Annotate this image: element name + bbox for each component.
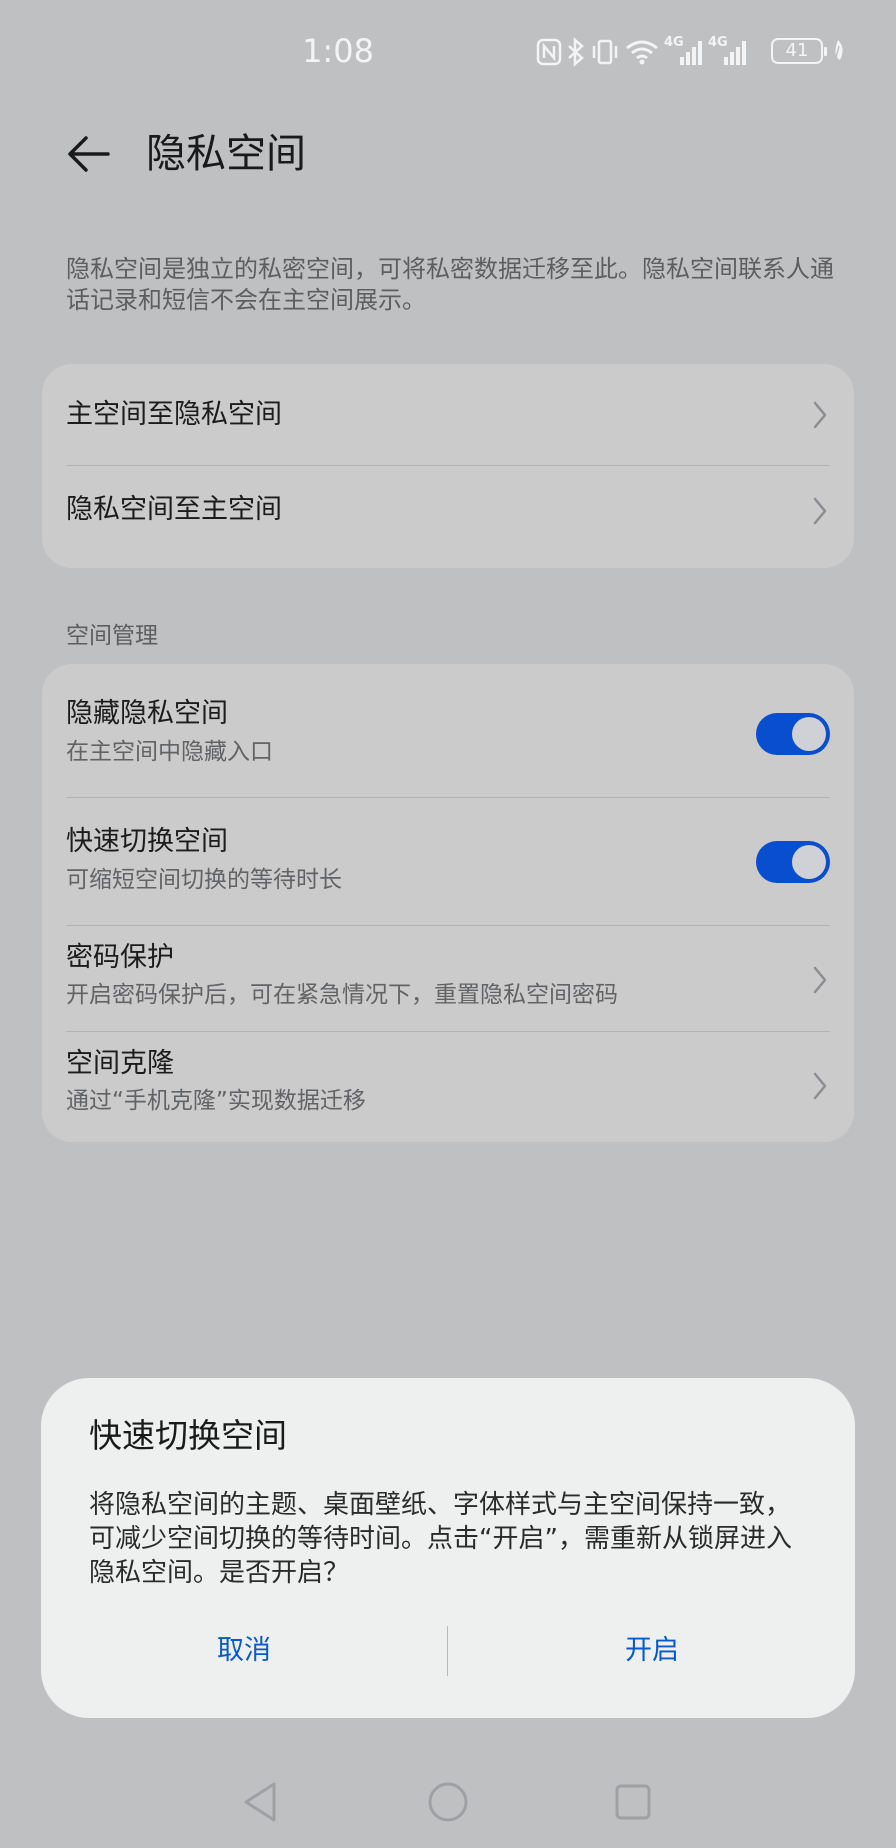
bluetooth-icon [568,37,584,67]
migration-card: 主空间至隐私空间 隐私空间至主空间 [42,364,854,568]
toggle-knob [792,845,826,879]
chevron-right-icon [813,966,827,994]
page-title: 隐私空间 [146,131,306,177]
nav-recents-square-icon [615,1784,651,1820]
nav-back-button[interactable] [236,1778,284,1826]
list-item-subtitle: 可缩短空间切换的等待时长 [66,867,342,893]
list-item-title: 主空间至隐私空间 [66,399,282,430]
list-item-title: 隐私空间至主空间 [66,494,282,525]
list-item-title: 隐藏隐私空间 [66,698,228,729]
nav-back-triangle-icon [244,1782,276,1822]
toggle-knob [792,717,826,751]
list-item-hide-private-space[interactable]: 隐藏隐私空间 在主空间中隐藏入口 [42,664,854,798]
signal-4g-icon: 4G [664,35,704,67]
dialog-actions: 取消 开启 [41,1622,855,1680]
quick-switch-dialog: 快速切换空间 将隐私空间的主题、桌面壁纸、字体样式与主空间保持一致，可减少空间切… [41,1378,855,1718]
quick-switch-toggle[interactable] [756,841,830,883]
battery-level: 41 [785,40,809,61]
status-icons: 4G 4G [536,35,748,68]
battery-icon: 41 [771,38,827,64]
leaf-icon [834,40,843,63]
list-item-quick-switch[interactable]: 快速切换空间 可缩短空间切换的等待时长 [42,798,854,926]
list-item-title: 空间克隆 [66,1048,174,1079]
list-item-main-to-private[interactable]: 主空间至隐私空间 [42,364,854,466]
list-item-title: 密码保护 [66,942,174,973]
list-item-subtitle: 通过“手机克隆”实现数据迁移 [66,1088,366,1114]
list-item-subtitle: 在主空间中隐藏入口 [66,739,273,765]
vibrate-icon [592,39,618,65]
dialog-message: 将隐私空间的主题、桌面壁纸、字体样式与主空间保持一致，可减少空间切换的等待时间。… [89,1490,792,1588]
list-item-subtitle: 开启密码保护后，可在紧急情况下，重置隐私空间密码 [66,982,618,1008]
list-item-password-protection[interactable]: 密码保护 开启密码保护后，可在紧急情况下，重置隐私空间密码 [42,926,854,1032]
back-button[interactable] [56,124,120,184]
chevron-right-icon [813,1072,827,1100]
signal-4g-icon: 4G [708,35,748,67]
cancel-button[interactable]: 取消 [41,1622,447,1680]
back-arrow-icon [68,136,110,172]
enable-button[interactable]: 开启 [449,1622,855,1680]
system-nav-bar [0,1760,896,1848]
hide-private-space-toggle[interactable] [756,713,830,755]
wifi-icon [626,40,658,65]
page-description: 隐私空间是独立的私密空间，可将私密数据迁移至此。隐私空间联系人通话记录和短信不会… [66,255,834,314]
chevron-right-icon [813,497,827,525]
dialog-title: 快速切换空间 [89,1416,287,1455]
status-bar: 1:08 4G 4G 41 [0,0,896,104]
nfc-icon [536,38,562,66]
app-header: 隐私空间 [0,104,896,204]
list-item-private-to-main[interactable]: 隐私空间至主空间 [42,466,854,568]
nav-home-button[interactable] [424,1778,472,1826]
space-management-card: 隐藏隐私空间 在主空间中隐藏入口 快速切换空间 可缩短空间切换的等待时长 密码保… [42,664,854,1142]
chevron-right-icon [813,401,827,429]
nav-home-circle-icon [428,1782,468,1822]
dialog-button-divider [447,1626,448,1676]
nav-recents-button[interactable] [609,1778,657,1826]
list-item-title: 快速切换空间 [66,826,228,857]
list-item-space-clone[interactable]: 空间克隆 通过“手机克隆”实现数据迁移 [42,1032,854,1142]
section-label-space-management: 空间管理 [66,623,158,649]
